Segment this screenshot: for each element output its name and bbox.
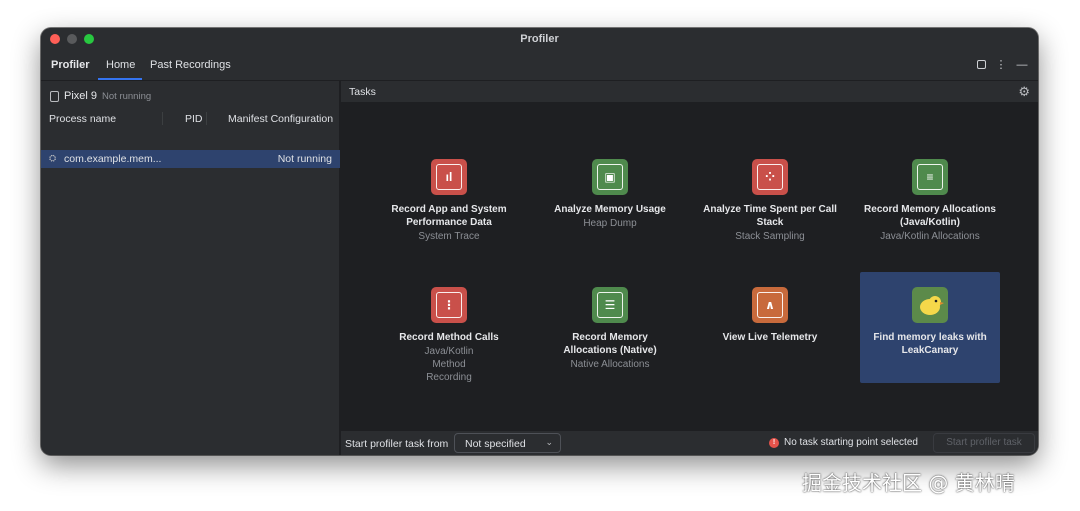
task-name: Record Method Calls <box>399 332 499 343</box>
task-leakcanary[interactable]: Find memory leaks with LeakCanary <box>860 272 1000 383</box>
task-start-bar: Start profiler task from Not specified ⌄… <box>341 430 1038 455</box>
start-profiler-task-button[interactable]: Start profiler task <box>933 433 1035 453</box>
start-point-value: Not specified <box>465 438 526 450</box>
memory-alloc-icon: ≡ <box>912 159 948 195</box>
device-selector[interactable]: Pixel 9 Not running <box>50 89 151 103</box>
task-subtitle: Heap Dump <box>583 218 637 229</box>
active-tab-indicator <box>98 78 142 80</box>
task-name: Analyze Memory Usage <box>554 204 666 215</box>
method-calls-icon: ⋮ <box>431 287 467 323</box>
start-task-from-label: Start profiler task from <box>345 438 449 450</box>
toolbar-actions: ⋮ — <box>977 58 1028 71</box>
process-panel: Pixel 9 Not running Process name PID Man… <box>41 81 340 455</box>
tasks-header: Tasks ⚙ <box>341 81 1038 103</box>
column-manifest-configuration[interactable]: Manifest Configuration <box>228 113 333 125</box>
window-title: Profiler <box>520 33 559 45</box>
native-alloc-icon: ☰ <box>592 287 628 323</box>
task-subtitle: Stack Sampling <box>735 231 805 242</box>
telemetry-icon: ∧ <box>752 287 788 323</box>
task-name: Analyze Time Spent per Call Stack <box>703 204 837 228</box>
task-name: View Live Telemetry <box>722 332 818 343</box>
device-status: Not running <box>102 90 152 102</box>
tab-bar: Profiler Home Past Recordings ⋮ — <box>41 50 1038 81</box>
title-bar: Profiler <box>41 28 1038 50</box>
column-pid[interactable]: PID <box>185 113 203 125</box>
warning-message: ! No task starting point selected <box>769 437 918 448</box>
call-stack-icon: ⁘ <box>752 159 788 195</box>
start-point-select[interactable]: Not specified ⌄ <box>454 433 561 453</box>
restore-layout-icon[interactable] <box>977 60 986 69</box>
tasks-panel: Tasks ⚙ ıl Record App and System Perform… <box>341 81 1038 455</box>
column-process-name[interactable]: Process name <box>49 113 116 125</box>
gear-icon[interactable]: ⚙ <box>1018 84 1030 100</box>
chevron-down-icon: ⌄ <box>545 437 553 447</box>
task-java-kotlin-allocations[interactable]: ≡ Record Memory Allocations (Java/Kotlin… <box>860 159 1000 270</box>
column-divider[interactable] <box>162 112 163 125</box>
close-window-button[interactable] <box>50 34 60 44</box>
process-name: com.example.mem... <box>64 153 162 165</box>
debuggable-process-icon: ⛭ <box>49 153 57 163</box>
task-subtitle: System Trace <box>418 231 480 242</box>
task-native-allocations[interactable]: ☰ Record Memory Allocations (Native) Nat… <box>540 287 680 398</box>
task-subtitle: Native Allocations <box>570 359 650 370</box>
column-divider[interactable] <box>206 112 207 125</box>
more-options-icon[interactable]: ⋮ <box>995 58 1007 71</box>
task-subtitle: Java/Kotlin Method Recording <box>424 346 474 383</box>
task-live-telemetry[interactable]: ∧ View Live Telemetry <box>700 287 840 398</box>
process-table-header: Process name PID Manifest Configuration <box>41 110 340 127</box>
process-status: Not running <box>277 153 332 165</box>
task-system-trace[interactable]: ıl Record App and System Performance Dat… <box>379 159 519 270</box>
task-stack-sampling[interactable]: ⁘ Analyze Time Spent per Call Stack Stac… <box>700 159 840 270</box>
memory-chip-icon: ▣ <box>592 159 628 195</box>
zoom-window-button[interactable] <box>84 34 94 44</box>
leakcanary-icon <box>912 287 948 323</box>
task-name: Record App and System Performance Data <box>391 204 507 228</box>
watermark: 掘金技术社区 @ 黄林晴 <box>802 471 1015 495</box>
device-icon <box>50 90 59 102</box>
error-icon: ! <box>769 437 779 448</box>
task-name: Record Memory Allocations (Native) <box>563 332 657 356</box>
profiler-window: Profiler Profiler Home Past Recordings ⋮… <box>41 28 1038 455</box>
warning-text: No task starting point selected <box>784 437 918 448</box>
task-name: Record Memory Allocations (Java/Kotlin) <box>864 204 996 228</box>
task-subtitle: Java/Kotlin Allocations <box>880 231 980 242</box>
hide-panel-icon[interactable]: — <box>1016 59 1028 71</box>
minimize-window-button[interactable] <box>67 34 77 44</box>
tab-home[interactable]: Home <box>106 59 135 71</box>
profiler-label: Profiler <box>51 59 90 71</box>
task-method-recording[interactable]: ⋮ Record Method Calls Java/Kotlin Method… <box>379 287 519 398</box>
task-name: Find memory leaks with LeakCanary <box>873 332 987 356</box>
task-heap-dump[interactable]: ▣ Analyze Memory Usage Heap Dump <box>540 159 680 270</box>
table-row[interactable]: ⛭ com.example.mem... Not running <box>41 150 340 168</box>
tab-past-recordings[interactable]: Past Recordings <box>150 59 231 71</box>
tasks-title: Tasks <box>349 86 376 98</box>
device-name: Pixel 9 <box>64 90 98 102</box>
window-controls <box>50 34 94 44</box>
chip-trace-icon: ıl <box>431 159 467 195</box>
